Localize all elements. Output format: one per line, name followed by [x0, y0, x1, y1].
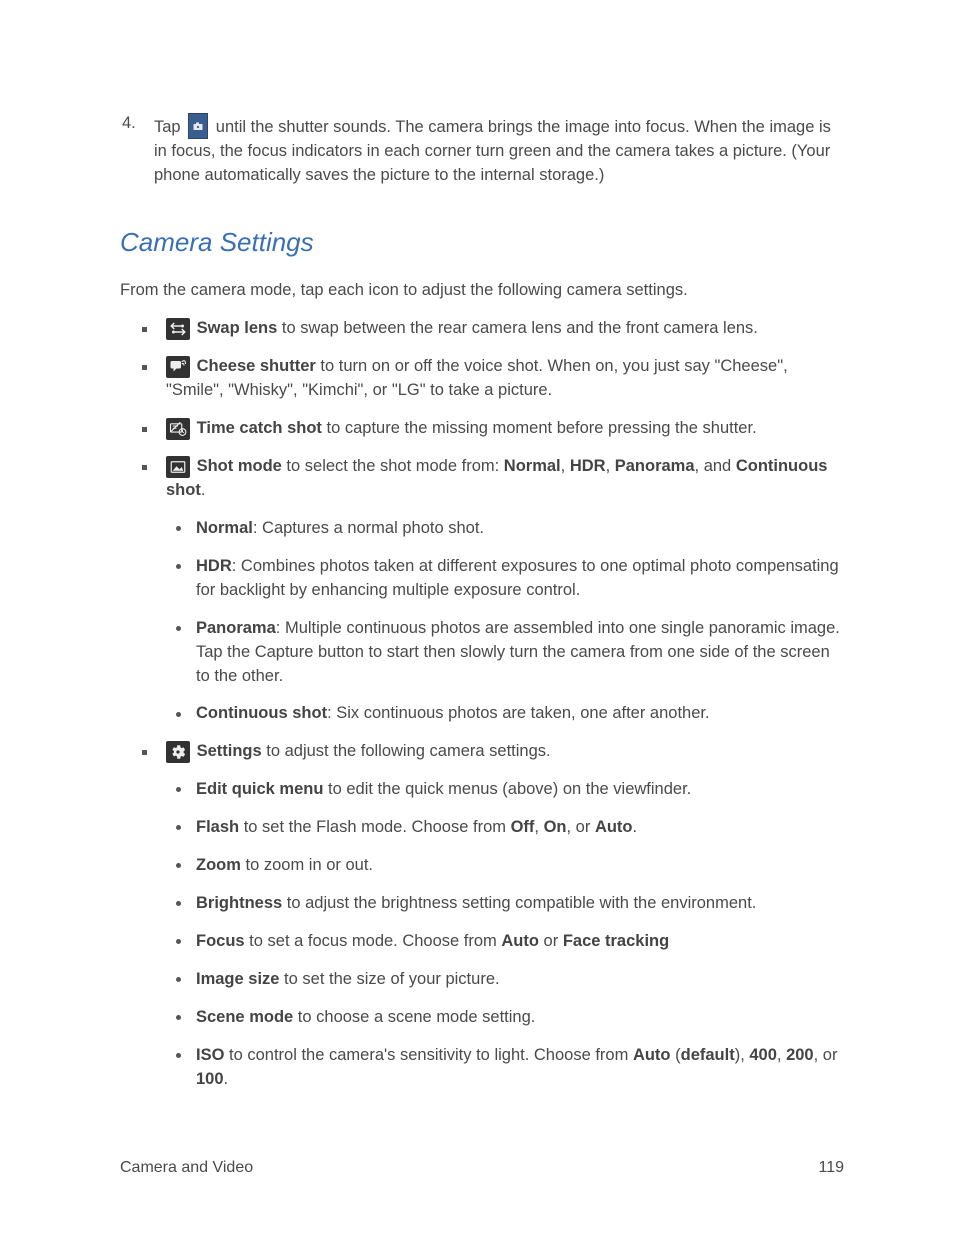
- settings-icon: [166, 741, 190, 763]
- iso-auto: Auto: [633, 1046, 671, 1064]
- iso-200: 200: [786, 1046, 814, 1064]
- item-desc: : Multiple continuous photos are assembl…: [196, 619, 840, 685]
- or: or: [539, 932, 563, 950]
- page-number: 119: [818, 1156, 844, 1179]
- flash-auto: Auto: [595, 818, 633, 836]
- flash-off: Off: [511, 818, 535, 836]
- or: , or: [567, 818, 595, 836]
- list-item: Flash to set the Flash mode. Choose from…: [166, 816, 844, 840]
- feature-shot-mode: Shot mode to select the shot mode from: …: [120, 455, 844, 726]
- feature-desc: to swap between the rear camera lens and…: [277, 319, 758, 337]
- open: (: [671, 1046, 681, 1064]
- pre: to set a focus mode. Choose from: [245, 932, 502, 950]
- item-desc: to edit the quick menus (above) on the v…: [323, 780, 691, 798]
- or: , or: [814, 1046, 838, 1064]
- step-list: 4. Tap until the shutter sounds. The cam…: [120, 110, 844, 188]
- item-desc: to zoom in or out.: [241, 856, 373, 874]
- item-name: Scene mode: [196, 1008, 293, 1026]
- list-item: Panorama: Multiple continuous photos are…: [166, 617, 844, 689]
- shot-mode-panorama: Panorama: [615, 457, 695, 475]
- shot-mode-pre: to select the shot mode from:: [282, 457, 504, 475]
- item-name: Continuous shot: [196, 704, 327, 722]
- feature-time-catch-shot: Time catch shot to capture the missing m…: [120, 417, 844, 441]
- feature-desc: to capture the missing moment before pre…: [322, 419, 757, 437]
- shot-mode-icon: [166, 456, 190, 478]
- iso-default: default: [681, 1046, 735, 1064]
- list-item: Scene mode to choose a scene mode settin…: [166, 1006, 844, 1030]
- feature-swap-lens: Swap lens to swap between the rear camer…: [120, 317, 844, 341]
- item-desc: to choose a scene mode setting.: [293, 1008, 535, 1026]
- list-item: Brightness to adjust the brightness sett…: [166, 892, 844, 916]
- step-number: 4.: [122, 112, 136, 136]
- item-name: Edit quick menu: [196, 780, 323, 798]
- list-item: Normal: Captures a normal photo shot.: [166, 517, 844, 541]
- feature-name: Settings: [197, 742, 262, 760]
- cheese-shutter-icon: [166, 356, 190, 378]
- sep: ,: [777, 1046, 786, 1064]
- pre: to control the camera's sensitivity to l…: [224, 1046, 633, 1064]
- flash-on: On: [544, 818, 567, 836]
- section-heading: Camera Settings: [120, 224, 844, 262]
- item-name: ISO: [196, 1046, 224, 1064]
- shot-mode-sublist: Normal: Captures a normal photo shot. HD…: [166, 517, 844, 726]
- item-desc: to set the size of your picture.: [279, 970, 499, 988]
- period: .: [633, 818, 638, 836]
- item-desc: : Six continuous photos are taken, one a…: [327, 704, 710, 722]
- item-name: Brightness: [196, 894, 282, 912]
- item-name: Zoom: [196, 856, 241, 874]
- period: .: [201, 481, 206, 499]
- feature-name: Shot mode: [197, 457, 282, 475]
- feature-name: Swap lens: [197, 319, 278, 337]
- page-footer: Camera and Video 119: [120, 1156, 844, 1179]
- iso-400: 400: [749, 1046, 777, 1064]
- period: .: [224, 1070, 229, 1088]
- item-desc: : Combines photos taken at different exp…: [196, 557, 839, 599]
- list-item: Focus to set a focus mode. Choose from A…: [166, 930, 844, 954]
- list-item: ISO to control the camera's sensitivity …: [166, 1044, 844, 1092]
- iso-100: 100: [196, 1070, 224, 1088]
- list-item: Edit quick menu to edit the quick menus …: [166, 778, 844, 802]
- step-text-before: Tap: [154, 118, 185, 136]
- shot-mode-hdr: HDR: [570, 457, 606, 475]
- list-item: Image size to set the size of your pictu…: [166, 968, 844, 992]
- and: , and: [695, 457, 736, 475]
- footer-section: Camera and Video: [120, 1156, 253, 1179]
- item-desc: : Captures a normal photo shot.: [253, 519, 484, 537]
- item-name: Image size: [196, 970, 279, 988]
- sep: ,: [534, 818, 543, 836]
- intro-text: From the camera mode, tap each icon to a…: [120, 279, 844, 303]
- time-catch-shot-icon: [166, 418, 190, 440]
- swap-lens-icon: [166, 318, 190, 340]
- focus-auto: Auto: [501, 932, 539, 950]
- focus-face: Face tracking: [563, 932, 669, 950]
- item-desc: to adjust the brightness setting compati…: [282, 894, 756, 912]
- sep: ,: [606, 457, 615, 475]
- feature-cheese-shutter: Cheese shutter to turn on or off the voi…: [120, 355, 844, 403]
- feature-name: Cheese shutter: [197, 357, 316, 375]
- list-item: HDR: Combines photos taken at different …: [166, 555, 844, 603]
- item-name: Panorama: [196, 619, 276, 637]
- feature-desc: to adjust the following camera settings.: [262, 742, 551, 760]
- item-name: Focus: [196, 932, 245, 950]
- sep: ,: [561, 457, 570, 475]
- feature-list: Swap lens to swap between the rear camer…: [120, 317, 844, 1091]
- list-item: Zoom to zoom in or out.: [166, 854, 844, 878]
- item-name: HDR: [196, 557, 232, 575]
- step-text-after: until the shutter sounds. The camera bri…: [154, 118, 831, 184]
- step-4: 4. Tap until the shutter sounds. The cam…: [120, 110, 844, 188]
- feature-settings: Settings to adjust the following camera …: [120, 740, 844, 1091]
- pre: to set the Flash mode. Choose from: [239, 818, 510, 836]
- close: ),: [735, 1046, 750, 1064]
- item-name: Normal: [196, 519, 253, 537]
- camera-icon: [188, 113, 208, 139]
- item-name: Flash: [196, 818, 239, 836]
- list-item: Continuous shot: Six continuous photos a…: [166, 702, 844, 726]
- shot-mode-normal: Normal: [504, 457, 561, 475]
- feature-name: Time catch shot: [197, 419, 322, 437]
- settings-sublist: Edit quick menu to edit the quick menus …: [166, 778, 844, 1091]
